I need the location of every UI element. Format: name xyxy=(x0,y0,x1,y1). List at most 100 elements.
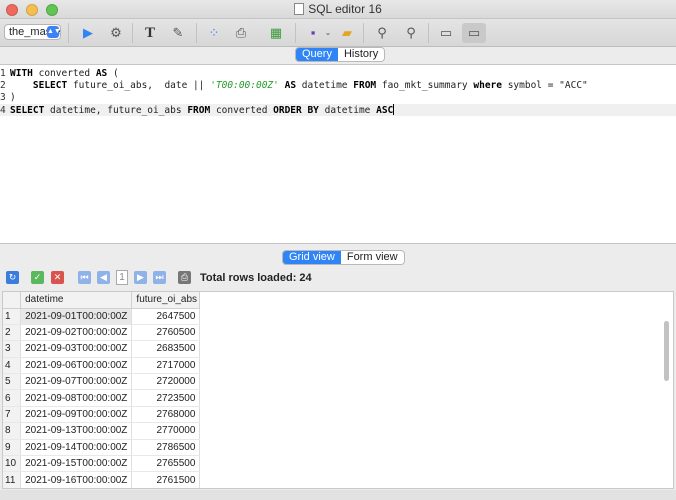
keyword: FROM xyxy=(353,80,377,91)
results-table: datetime future_oi_abs 1 2021-09-01T00:00… xyxy=(3,292,201,488)
datetime-cell[interactable]: 2021-09-03T00:00:00Z xyxy=(20,340,133,358)
datetime-cell[interactable]: 2021-09-02T00:00:00Z xyxy=(20,324,133,342)
rollback-icon[interactable]: ✕ xyxy=(51,271,64,284)
datetime-cell[interactable]: 2021-09-14T00:00:00Z xyxy=(20,439,133,457)
stop-icon[interactable]: ⚙ xyxy=(106,23,126,43)
page-number-field[interactable]: 1 xyxy=(116,270,128,285)
view-tab-switch: Grid view Form view xyxy=(282,250,405,265)
code-text: datetime xyxy=(318,105,377,116)
datetime-cell[interactable]: 2021-09-06T00:00:00Z xyxy=(20,357,133,375)
export-icon[interactable]: ▦ xyxy=(266,23,286,43)
datetime-cell[interactable]: 2021-09-07T00:00:00Z xyxy=(20,373,133,391)
row-number-header xyxy=(3,292,22,309)
future-oi-abs-cell[interactable]: 2760500 xyxy=(131,324,201,342)
first-page-icon[interactable]: ⏮ xyxy=(78,271,91,284)
tab-form-view[interactable]: Form view xyxy=(341,251,404,264)
future-oi-abs-cell[interactable]: 2717000 xyxy=(131,357,201,375)
table-row[interactable]: 2 2021-09-02T00:00:00Z 2760500 xyxy=(3,324,201,342)
future-oi-abs-cell[interactable]: 2786500 xyxy=(131,439,201,457)
code-text: ) xyxy=(10,92,16,103)
sql-editor[interactable]: 1 WITH converted AS ( 2 SELECT future_oi_… xyxy=(0,64,676,244)
table-row[interactable]: 9 2021-09-14T00:00:00Z 2786500 xyxy=(3,439,201,457)
tab-query[interactable]: Query xyxy=(296,48,338,61)
next-page-icon[interactable]: ▶ xyxy=(134,271,147,284)
table-row[interactable]: 8 2021-09-13T00:00:00Z 2770000 xyxy=(3,422,201,440)
print-icon[interactable]: ⎙ xyxy=(231,23,251,43)
code-text: datetime xyxy=(296,80,354,91)
keyword: ORDER BY xyxy=(273,105,319,116)
datetime-cell[interactable]: 2021-09-15T00:00:00Z xyxy=(20,455,133,473)
table-row[interactable]: 7 2021-09-09T00:00:00Z 2768000 xyxy=(3,406,201,424)
results-grid: datetime future_oi_abs 1 2021-09-01T00:00… xyxy=(2,291,674,489)
zoom-in-icon[interactable]: ⚲ xyxy=(372,23,392,43)
row-number-cell: 1 xyxy=(3,308,22,325)
code-text: converted xyxy=(210,105,274,116)
datetime-cell[interactable]: 2021-09-01T00:00:00Z xyxy=(20,308,133,325)
table-row[interactable]: 6 2021-09-08T00:00:00Z 2723500 xyxy=(3,389,201,407)
tree-icon[interactable]: ⁘ xyxy=(204,23,224,43)
code-line-current: 4 SELECT datetime, future_oi_abs FROM con… xyxy=(0,104,676,116)
open-folder-icon[interactable]: ▰ xyxy=(337,23,357,43)
datetime-cell[interactable]: 2021-09-08T00:00:00Z xyxy=(20,389,133,407)
zoom-out-icon[interactable]: ⚲ xyxy=(401,23,421,43)
datetime-cell[interactable]: 2021-09-09T00:00:00Z xyxy=(20,406,133,424)
table-row[interactable]: 4 2021-09-06T00:00:00Z 2717000 xyxy=(3,357,201,375)
commit-icon[interactable]: ✓ xyxy=(31,271,44,284)
future-oi-abs-cell[interactable]: 2720000 xyxy=(131,373,201,391)
title-bar: SQL editor 16 xyxy=(0,0,676,19)
tab-history[interactable]: History xyxy=(338,48,384,61)
row-number-cell: 8 xyxy=(3,422,22,440)
future-oi-abs-cell[interactable]: 2723500 xyxy=(131,389,201,407)
tab-grid-view[interactable]: Grid view xyxy=(283,251,341,264)
datetime-cell[interactable]: 2021-09-16T00:00:00Z xyxy=(20,471,133,488)
future-oi-abs-cell[interactable]: 2647500 xyxy=(131,308,201,325)
last-page-icon[interactable]: ⏭ xyxy=(153,271,166,284)
future-oi-abs-cell[interactable]: 2761500 xyxy=(131,471,201,488)
comment-icon[interactable]: ✎ xyxy=(168,23,188,43)
toolbar-separator xyxy=(295,23,296,43)
code-line: 1 WITH converted AS ( xyxy=(0,68,676,80)
table-row[interactable]: 1 2021-09-01T00:00:00Z 2647500 xyxy=(3,308,201,325)
layout-split-icon[interactable]: ▭ xyxy=(462,23,486,43)
column-header-datetime[interactable]: datetime xyxy=(20,292,133,309)
table-row[interactable]: 5 2021-09-07T00:00:00Z 2720000 xyxy=(3,373,201,391)
datetime-cell[interactable]: 2021-09-13T00:00:00Z xyxy=(20,422,133,440)
prev-page-icon[interactable]: ◀ xyxy=(97,271,110,284)
future-oi-abs-cell[interactable]: 2770000 xyxy=(131,422,201,440)
database-select[interactable]: the_maste ▲▼ xyxy=(4,24,61,40)
vertical-scrollbar[interactable] xyxy=(664,321,669,381)
code-line: 3) xyxy=(0,92,676,104)
row-number-cell: 7 xyxy=(3,406,22,424)
future-oi-abs-cell[interactable]: 2683500 xyxy=(131,340,201,358)
table-header-row: datetime future_oi_abs xyxy=(3,292,201,309)
future-oi-abs-cell[interactable]: 2765500 xyxy=(131,455,201,473)
table-row[interactable]: 11 2021-09-16T00:00:00Z 2761500 xyxy=(3,471,201,488)
table-row[interactable]: 10 2021-09-15T00:00:00Z 2765500 xyxy=(3,455,201,473)
layout-single-icon[interactable]: ▭ xyxy=(436,23,456,43)
row-number-cell: 3 xyxy=(3,340,22,358)
window-title-text: SQL editor 16 xyxy=(308,2,382,16)
chevron-down-icon[interactable]: ⌄ xyxy=(318,23,338,43)
keyword: FROM xyxy=(187,105,211,116)
future-oi-abs-cell[interactable]: 2768000 xyxy=(131,406,201,424)
line-number: 3 xyxy=(0,92,6,103)
toolbar-separator xyxy=(428,23,429,43)
keyword: WITH xyxy=(10,68,33,79)
code-text: ( xyxy=(107,68,119,79)
grid-toolbar: ↻ ✓ ✕ ⏮ ◀ 1 ▶ ⏭ ⎙ Total rows loaded: 24 xyxy=(0,267,676,291)
row-number-cell: 9 xyxy=(3,439,22,457)
code-text: future_oi_abs, date || xyxy=(67,80,211,91)
table-row[interactable]: 3 2021-09-03T00:00:00Z 2683500 xyxy=(3,340,201,358)
line-number: 1 xyxy=(0,68,6,79)
row-number-cell: 10 xyxy=(3,455,22,473)
window-title: SQL editor 16 xyxy=(0,2,676,16)
toolbar-separator xyxy=(132,23,133,43)
refresh-icon[interactable]: ↻ xyxy=(6,271,19,284)
column-header-future-oi-abs[interactable]: future_oi_abs xyxy=(131,292,201,309)
format-text-icon[interactable]: T xyxy=(140,23,160,43)
print-icon[interactable]: ⎙ xyxy=(178,271,191,284)
code-text: symbol = "ACC" xyxy=(501,80,588,91)
play-icon[interactable]: ▶ xyxy=(78,23,98,43)
document-icon xyxy=(294,3,305,15)
row-number-cell: 4 xyxy=(3,357,22,375)
